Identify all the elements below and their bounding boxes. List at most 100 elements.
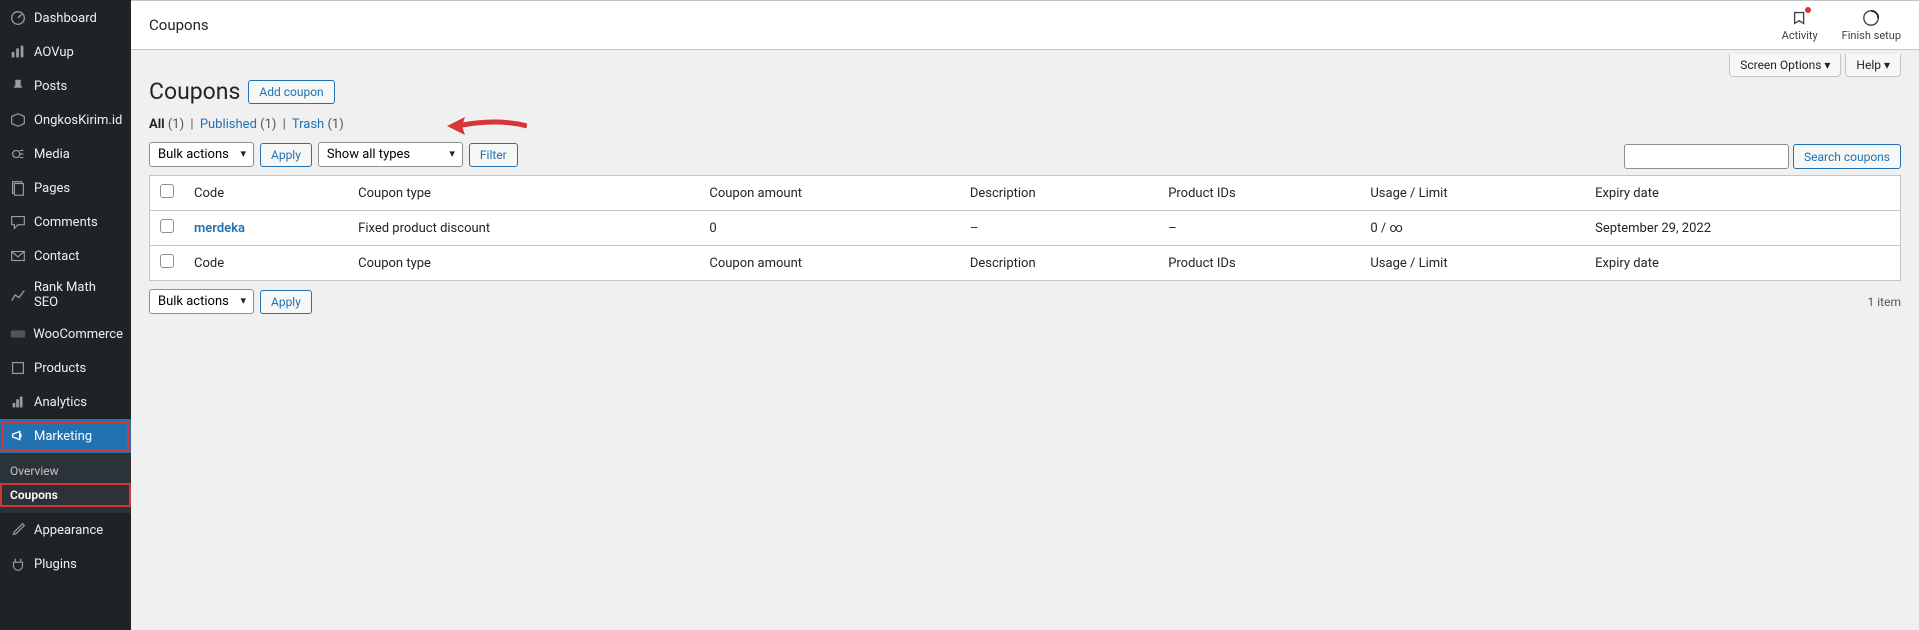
sidebar-item-plugins[interactable]: Plugins xyxy=(0,547,131,581)
sidebar-item-posts[interactable]: Posts xyxy=(0,69,131,103)
admin-sidebar: Dashboard AOVup Posts OngkosKirim.id Med… xyxy=(0,0,131,630)
plug-icon xyxy=(8,554,28,574)
sidebar-item-appearance[interactable]: Appearance xyxy=(0,513,131,547)
megaphone-icon xyxy=(8,426,28,446)
search-input[interactable] xyxy=(1624,144,1789,169)
sidebar-label: Rank Math SEO xyxy=(34,280,123,310)
col-usage[interactable]: Usage / Limit xyxy=(1360,246,1585,281)
separator: | xyxy=(190,117,193,132)
col-type[interactable]: Coupon type xyxy=(348,246,699,281)
add-coupon-button[interactable]: Add coupon xyxy=(248,80,334,104)
col-type[interactable]: Coupon type xyxy=(348,176,699,211)
sidebar-item-dashboard[interactable]: Dashboard xyxy=(0,1,131,35)
activity-button[interactable]: Activity xyxy=(1782,9,1818,42)
col-prod[interactable]: Product IDs xyxy=(1158,176,1360,211)
cell-prod: – xyxy=(1158,211,1360,246)
pin-icon xyxy=(8,76,28,96)
topbar: Coupons Activity Finish setup xyxy=(131,1,1919,50)
main-content: Coupons Activity Finish setup Screen Opt… xyxy=(131,0,1919,630)
sidebar-item-analytics[interactable]: Analytics xyxy=(0,385,131,419)
arrow-annotation xyxy=(447,114,527,138)
bottom-toolbar: Bulk actions Apply 1 item xyxy=(149,289,1901,314)
submenu-coupons[interactable]: Coupons xyxy=(0,483,131,507)
col-desc[interactable]: Description xyxy=(960,176,1158,211)
help-tab[interactable]: Help ▾ xyxy=(1845,54,1901,77)
filter-all-label: All xyxy=(149,117,165,132)
screen-options-tab[interactable]: Screen Options ▾ xyxy=(1729,54,1841,77)
sidebar-label: Dashboard xyxy=(34,11,97,26)
filter-button[interactable]: Filter xyxy=(469,143,518,167)
col-expiry[interactable]: Expiry date xyxy=(1585,176,1900,211)
comment-icon xyxy=(8,212,28,232)
brush-icon xyxy=(8,520,28,540)
sidebar-label: AOVup xyxy=(34,45,74,60)
select-all-checkbox[interactable] xyxy=(160,184,174,198)
media-icon xyxy=(8,144,28,164)
finish-setup-button[interactable]: Finish setup xyxy=(1842,9,1901,42)
col-amount[interactable]: Coupon amount xyxy=(699,246,959,281)
sidebar-item-products[interactable]: Products xyxy=(0,351,131,385)
box-icon xyxy=(8,110,28,130)
sidebar-item-ongkoskirim[interactable]: OngkosKirim.id xyxy=(0,103,131,137)
sidebar-label: Analytics xyxy=(34,395,87,410)
separator: | xyxy=(283,117,286,132)
filter-trash-count: (1) xyxy=(327,117,343,132)
analytics-icon xyxy=(8,392,28,412)
activity-label: Activity xyxy=(1782,29,1818,42)
woo-icon xyxy=(8,324,27,344)
col-amount[interactable]: Coupon amount xyxy=(699,176,959,211)
heading-row: Coupons Add coupon xyxy=(149,78,1901,105)
sidebar-item-pages[interactable]: Pages xyxy=(0,171,131,205)
cell-amount: 0 xyxy=(699,211,959,246)
cell-usage: 0 / ∞ xyxy=(1360,211,1585,246)
type-filter-select[interactable]: Show all types xyxy=(318,142,463,167)
sidebar-item-comments[interactable]: Comments xyxy=(0,205,131,239)
bulk-actions-select[interactable]: Bulk actions xyxy=(149,142,254,167)
sidebar-label: Plugins xyxy=(34,557,77,572)
col-code[interactable]: Code xyxy=(184,176,348,211)
sidebar-label: Comments xyxy=(34,215,98,230)
table-footer-row: Code Coupon type Coupon amount Descripti… xyxy=(150,246,1901,281)
topbar-title: Coupons xyxy=(149,16,209,34)
cell-type: Fixed product discount xyxy=(348,211,699,246)
col-desc[interactable]: Description xyxy=(960,246,1158,281)
col-expiry[interactable]: Expiry date xyxy=(1585,246,1900,281)
col-usage[interactable]: Usage / Limit xyxy=(1360,176,1585,211)
activity-icon xyxy=(1791,9,1809,27)
status-filter-links: All (1) | Published (1) | Trash (1) xyxy=(149,117,1901,132)
sidebar-label: Marketing xyxy=(34,429,92,444)
filter-all-count: (1) xyxy=(168,117,184,132)
sidebar-item-media[interactable]: Media xyxy=(0,137,131,171)
filter-published-count: (1) xyxy=(260,117,276,132)
row-checkbox[interactable] xyxy=(160,219,174,233)
select-all-checkbox-bottom[interactable] xyxy=(160,254,174,268)
coupon-code-link[interactable]: merdeka xyxy=(194,221,245,236)
sidebar-label: Media xyxy=(34,147,70,162)
seo-icon xyxy=(8,285,28,305)
bulk-actions-select-bottom[interactable]: Bulk actions xyxy=(149,289,254,314)
sidebar-label: Contact xyxy=(34,249,79,264)
filter-published-link[interactable]: Published xyxy=(200,117,257,132)
sidebar-item-contact[interactable]: Contact xyxy=(0,239,131,273)
sidebar-item-aovup[interactable]: AOVup xyxy=(0,35,131,69)
coupons-table: Code Coupon type Coupon amount Descripti… xyxy=(149,175,1901,281)
sidebar-item-woocommerce[interactable]: WooCommerce xyxy=(0,317,131,351)
submenu-overview[interactable]: Overview xyxy=(0,459,131,483)
item-count-bottom: 1 item xyxy=(1868,295,1901,309)
sidebar-submenu: Overview Coupons xyxy=(0,453,131,513)
sidebar-item-marketing[interactable]: Marketing xyxy=(0,419,131,453)
sidebar-label: Appearance xyxy=(34,523,103,538)
sidebar-item-rankmath[interactable]: Rank Math SEO xyxy=(0,273,131,317)
search-button[interactable]: Search coupons xyxy=(1793,144,1901,169)
table-header-row: Code Coupon type Coupon amount Descripti… xyxy=(150,176,1901,211)
col-code[interactable]: Code xyxy=(184,246,348,281)
topbar-actions: Activity Finish setup xyxy=(1782,9,1901,42)
filter-trash-link[interactable]: Trash xyxy=(292,117,324,132)
col-prod[interactable]: Product IDs xyxy=(1158,246,1360,281)
mail-icon xyxy=(8,246,28,266)
sidebar-label: Products xyxy=(34,361,86,376)
apply-button-bottom[interactable]: Apply xyxy=(260,290,312,314)
sidebar-label: Pages xyxy=(34,181,70,196)
toolbar-left: Bulk actions Apply Show all types Filter xyxy=(149,142,518,167)
apply-button-top[interactable]: Apply xyxy=(260,143,312,167)
